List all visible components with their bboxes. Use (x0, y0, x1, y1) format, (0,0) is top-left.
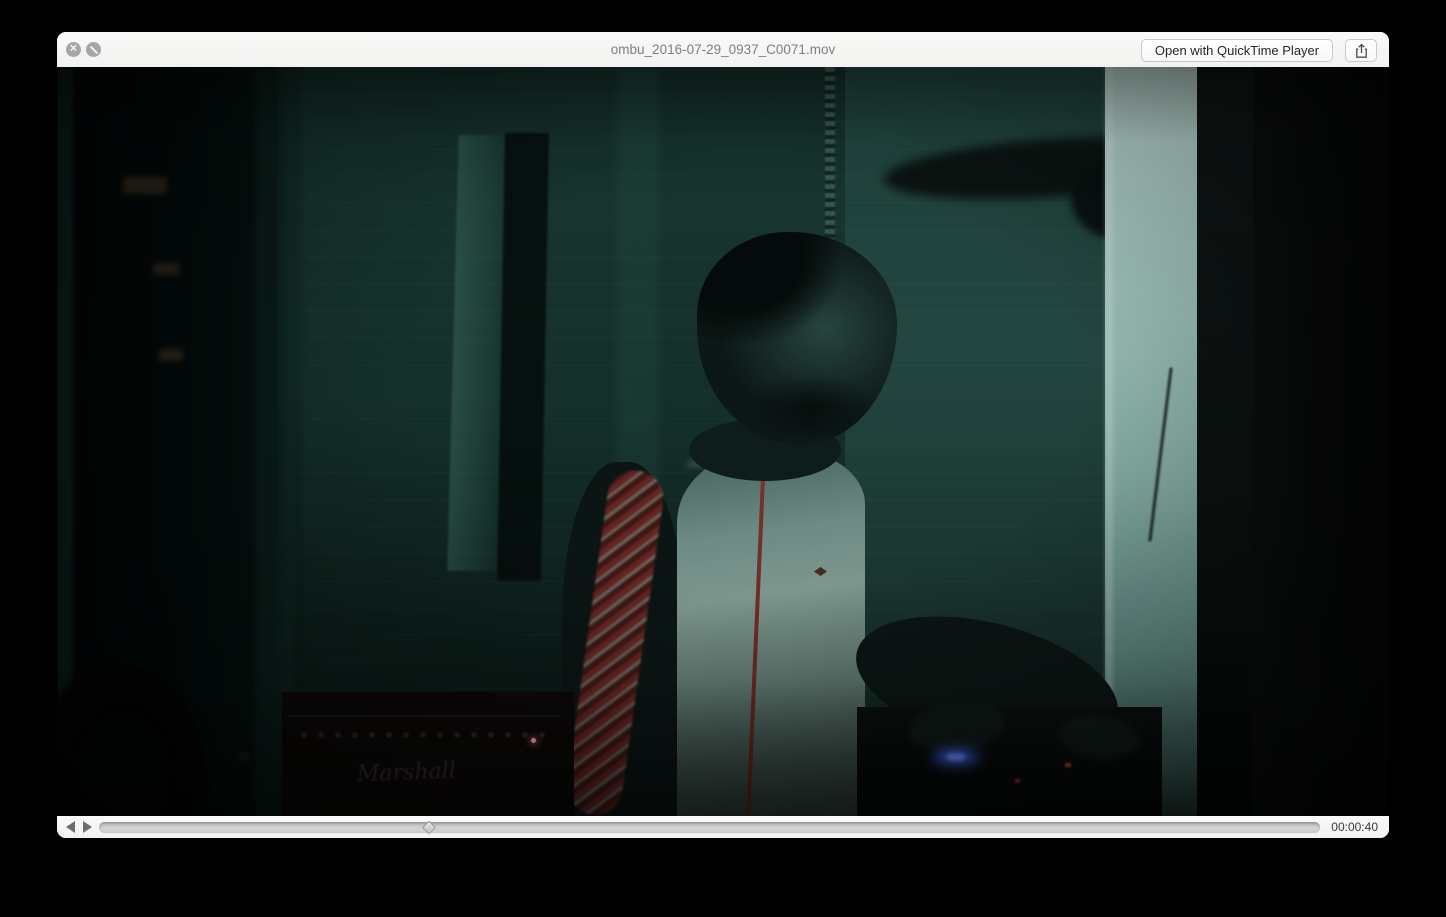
playback-controls: 00:00:40 (57, 816, 1389, 838)
marshall-amp (282, 692, 574, 816)
playhead-diamond[interactable] (421, 820, 436, 835)
hanging-chain (825, 67, 835, 239)
share-icon (1355, 43, 1367, 58)
open-with-quicktime-button[interactable]: Open with QuickTime Player (1141, 39, 1333, 62)
close-icon: ✕ (69, 43, 78, 54)
performer-hair (697, 232, 839, 342)
fullscreen-disabled-button[interactable] (86, 42, 101, 57)
amp-red-led (531, 738, 536, 743)
window-light (123, 177, 167, 194)
right-silhouette (1253, 67, 1389, 816)
window-light (159, 349, 183, 361)
volume-icon[interactable] (66, 821, 75, 833)
open-door (497, 133, 549, 581)
performer-jacket-front (677, 449, 865, 816)
close-button[interactable]: ✕ (66, 42, 81, 57)
amp-panel-edge (289, 715, 561, 717)
equipment-red-led (1065, 763, 1071, 767)
share-button[interactable] (1345, 39, 1377, 62)
bright-projection-column (1105, 67, 1199, 816)
scrubber-track[interactable] (99, 820, 1320, 835)
amp-knob-row (295, 723, 553, 747)
play-icon[interactable] (83, 821, 92, 833)
window-light (153, 263, 179, 275)
video-frame[interactable]: Marshall (57, 67, 1389, 816)
quicklook-window: ✕ ombu_2016-07-29_0937_C0071.mov Open wi… (57, 32, 1389, 838)
window-light (239, 753, 249, 761)
equipment-red-led (1015, 779, 1020, 783)
amp-logo-text: Marshall (356, 758, 457, 788)
elapsed-time: 00:00:40 (1331, 820, 1378, 834)
titlebar: ✕ ombu_2016-07-29_0937_C0071.mov Open wi… (57, 32, 1389, 67)
face-shadow (747, 372, 877, 442)
equipment-blue-glow-core (946, 753, 966, 761)
no-entry-icon (89, 45, 98, 54)
